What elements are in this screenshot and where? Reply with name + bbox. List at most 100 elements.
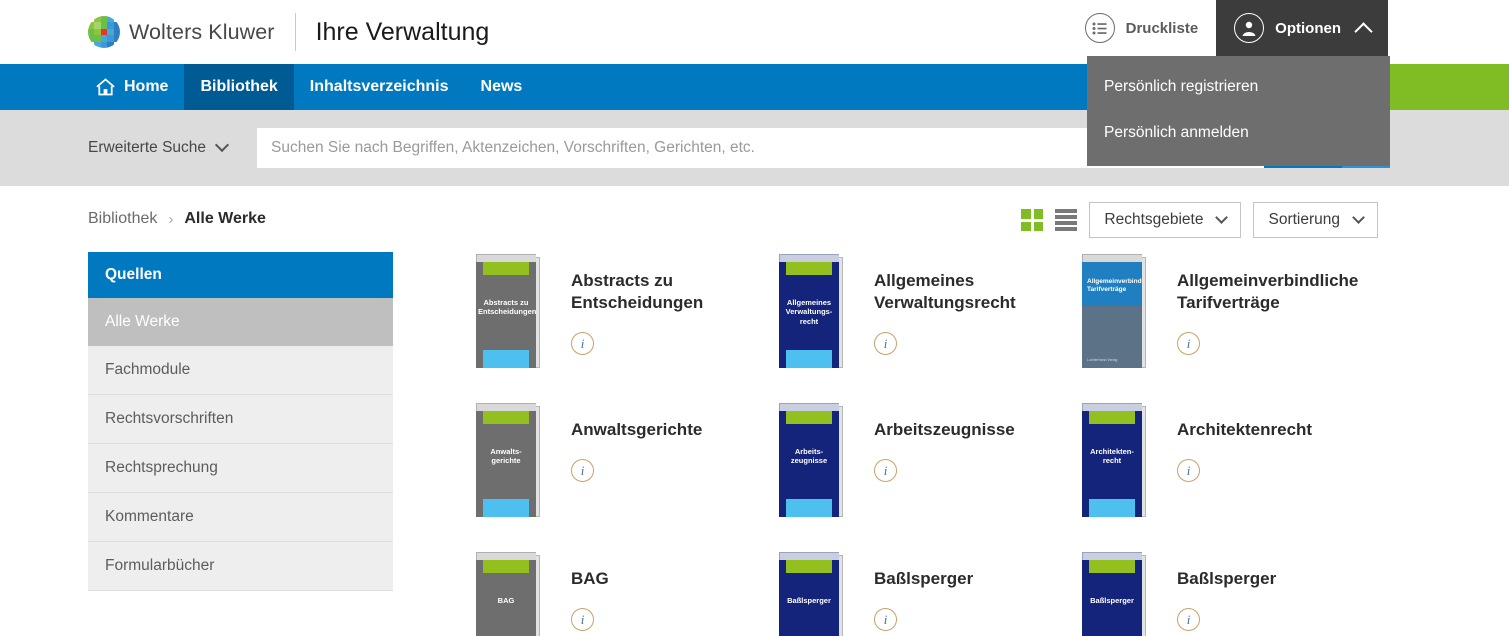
book-title[interactable]: Allgemeinverbindliche Tarifverträge — [1177, 270, 1377, 314]
options-dropdown-menu: Persönlich registrieren Persönlich anmel… — [1087, 56, 1390, 166]
book-card-info: Architektenrecht i — [1177, 401, 1312, 482]
sidebar-item-rechtsvorschriften[interactable]: Rechtsvorschriften — [88, 395, 393, 444]
book-cover[interactable]: Arbeits- zeugnisse — [777, 401, 853, 517]
book-card[interactable]: Abstracts zu Entscheidungen Abstracts zu … — [474, 252, 777, 368]
book-cover-label: Allgemeines Verwaltungs- recht — [779, 298, 839, 326]
book-title[interactable]: Arbeitszeugnisse — [874, 419, 1015, 441]
advanced-search-label: Erweiterte Suche — [88, 139, 206, 157]
book-body: Baßlsperger — [779, 552, 839, 636]
info-icon[interactable]: i — [1177, 332, 1200, 355]
book-band-blue — [483, 499, 529, 517]
filter-rechtsgebiete-button[interactable]: Rechtsgebiete — [1089, 202, 1241, 238]
book-top-fold — [476, 254, 536, 262]
chevron-down-icon — [1216, 211, 1229, 224]
sidebar-item-formularbuecher[interactable]: Formularbücher — [88, 542, 393, 591]
nav-item-bibliothek[interactable]: Bibliothek — [184, 64, 293, 110]
book-grid: Abstracts zu Entscheidungen Abstracts zu … — [393, 252, 1509, 636]
book-cover-label: BAG — [476, 596, 536, 605]
grid-view-icon[interactable] — [1021, 209, 1043, 231]
book-cover-label: Architekten- recht — [1082, 447, 1142, 466]
info-icon[interactable]: i — [874, 332, 897, 355]
brand-divider — [295, 13, 296, 51]
info-icon[interactable]: i — [874, 459, 897, 482]
sidebar-title: Quellen — [88, 252, 393, 298]
book-top-fold — [1082, 403, 1142, 411]
list-view-icon[interactable] — [1055, 209, 1077, 231]
book-band-green — [786, 560, 832, 573]
book-cover[interactable]: Architekten- recht — [1080, 401, 1156, 517]
info-icon[interactable]: i — [571, 332, 594, 355]
print-list-button[interactable]: Druckliste — [1067, 0, 1217, 56]
book-top-fold — [779, 403, 839, 411]
book-body: Abstracts zu Entscheidungen — [476, 254, 536, 368]
book-cover-label: Arbeits- zeugnisse — [779, 447, 839, 466]
info-icon[interactable]: i — [1177, 459, 1200, 482]
info-icon[interactable]: i — [874, 608, 897, 631]
chevron-up-icon — [1354, 22, 1372, 40]
info-icon[interactable]: i — [1177, 608, 1200, 631]
book-cover[interactable]: Abstracts zu Entscheidungen — [474, 252, 550, 368]
nav-item-bibliothek-label: Bibliothek — [200, 78, 277, 96]
book-cover-footer: Luchterhand Verlag — [1087, 358, 1117, 362]
book-cover-label: Baßlsperger — [779, 596, 839, 605]
book-cover-label: Allgemeinverbindliche Tarifverträge — [1082, 278, 1142, 294]
book-card[interactable]: Architekten- recht Architektenrecht i — [1080, 401, 1383, 517]
book-card-info: Allgemeinverbindliche Tarifverträge i — [1177, 252, 1377, 355]
sidebar-item-fachmodule[interactable]: Fachmodule — [88, 346, 393, 395]
options-button[interactable]: Optionen — [1216, 0, 1388, 56]
sidebar-item-kommentare[interactable]: Kommentare — [88, 493, 393, 542]
advanced-search-toggle[interactable]: Erweiterte Suche — [88, 139, 227, 157]
sidebar-item-rechtsprechung[interactable]: Rechtsprechung — [88, 444, 393, 493]
book-cover[interactable]: Allgemeines Verwaltungs- recht — [777, 252, 853, 368]
book-card-info: Arbeitszeugnisse i — [874, 401, 1015, 482]
book-cover[interactable]: Baßlsperger — [777, 550, 853, 636]
book-cover-label: Baßlsperger — [1082, 596, 1142, 605]
breadcrumb-parent[interactable]: Bibliothek — [88, 210, 157, 228]
wolters-kluwer-globe-icon — [88, 16, 120, 48]
menu-item-login[interactable]: Persönlich anmelden — [1087, 110, 1390, 156]
book-card-info: Anwaltsgerichte i — [571, 401, 702, 482]
breadcrumb-row: Bibliothek › Alle Werke Rechtsgebiete So… — [0, 186, 1509, 252]
book-band-blue — [1089, 499, 1135, 517]
book-title[interactable]: Baßlsperger — [874, 568, 973, 590]
nav-accent-bar — [1390, 64, 1509, 110]
book-body: Arbeits- zeugnisse — [779, 403, 839, 517]
book-card[interactable]: Baßlsperger Baßlsperger i — [777, 550, 1080, 636]
sort-label: Sortierung — [1268, 211, 1340, 229]
book-band-blue — [483, 350, 529, 368]
book-title[interactable]: Allgemeines Verwaltungsrecht — [874, 270, 1074, 314]
sidebar: Quellen Alle Werke Fachmodule Rechtsvors… — [88, 252, 393, 636]
book-title[interactable]: BAG — [571, 568, 609, 590]
book-card[interactable]: Arbeits- zeugnisse Arbeitszeugnisse i — [777, 401, 1080, 517]
book-cover[interactable]: Allgemeinverbindliche Tarifverträge Lucht… — [1080, 252, 1156, 368]
sidebar-item-label: Rechtsprechung — [105, 459, 218, 476]
menu-item-register[interactable]: Persönlich registrieren — [1087, 64, 1390, 110]
book-title[interactable]: Baßlsperger — [1177, 568, 1276, 590]
nav-item-inhaltsverzeichnis[interactable]: Inhaltsverzeichnis — [294, 64, 465, 110]
book-card[interactable]: Anwalts- gerichte Anwaltsgerichte i — [474, 401, 777, 517]
book-top-fold — [779, 552, 839, 560]
book-card[interactable]: Allgemeinverbindliche Tarifverträge Lucht… — [1080, 252, 1383, 368]
book-card-info: Allgemeines Verwaltungsrecht i — [874, 252, 1074, 355]
book-cover[interactable]: Baßlsperger — [1080, 550, 1156, 636]
info-icon[interactable]: i — [571, 459, 594, 482]
nav-item-inhaltsverzeichnis-label: Inhaltsverzeichnis — [310, 78, 449, 96]
nav-item-news[interactable]: News — [465, 64, 539, 110]
book-title[interactable]: Abstracts zu Entscheidungen — [571, 270, 771, 314]
brand: Wolters Kluwer Ihre Verwaltung — [88, 0, 489, 64]
nav-item-home[interactable]: Home — [80, 64, 184, 110]
book-card[interactable]: BAG BAG i — [474, 550, 777, 636]
book-title[interactable]: Anwaltsgerichte — [571, 419, 702, 441]
book-title[interactable]: Architektenrecht — [1177, 419, 1312, 441]
brand-name: Wolters Kluwer — [129, 20, 275, 45]
top-actions: Druckliste Optionen — [1067, 0, 1388, 56]
book-card[interactable]: Allgemeines Verwaltungs- recht Allgemeine… — [777, 252, 1080, 368]
sidebar-item-label: Rechtsvorschriften — [105, 410, 233, 427]
book-cover[interactable]: Anwalts- gerichte — [474, 401, 550, 517]
book-card[interactable]: Baßlsperger Baßlsperger i — [1080, 550, 1383, 636]
info-icon[interactable]: i — [571, 608, 594, 631]
sidebar-item-label: Alle Werke — [105, 313, 180, 330]
sidebar-item-alle-werke[interactable]: Alle Werke — [88, 298, 393, 346]
book-cover[interactable]: BAG — [474, 550, 550, 636]
sort-button[interactable]: Sortierung — [1253, 202, 1378, 238]
